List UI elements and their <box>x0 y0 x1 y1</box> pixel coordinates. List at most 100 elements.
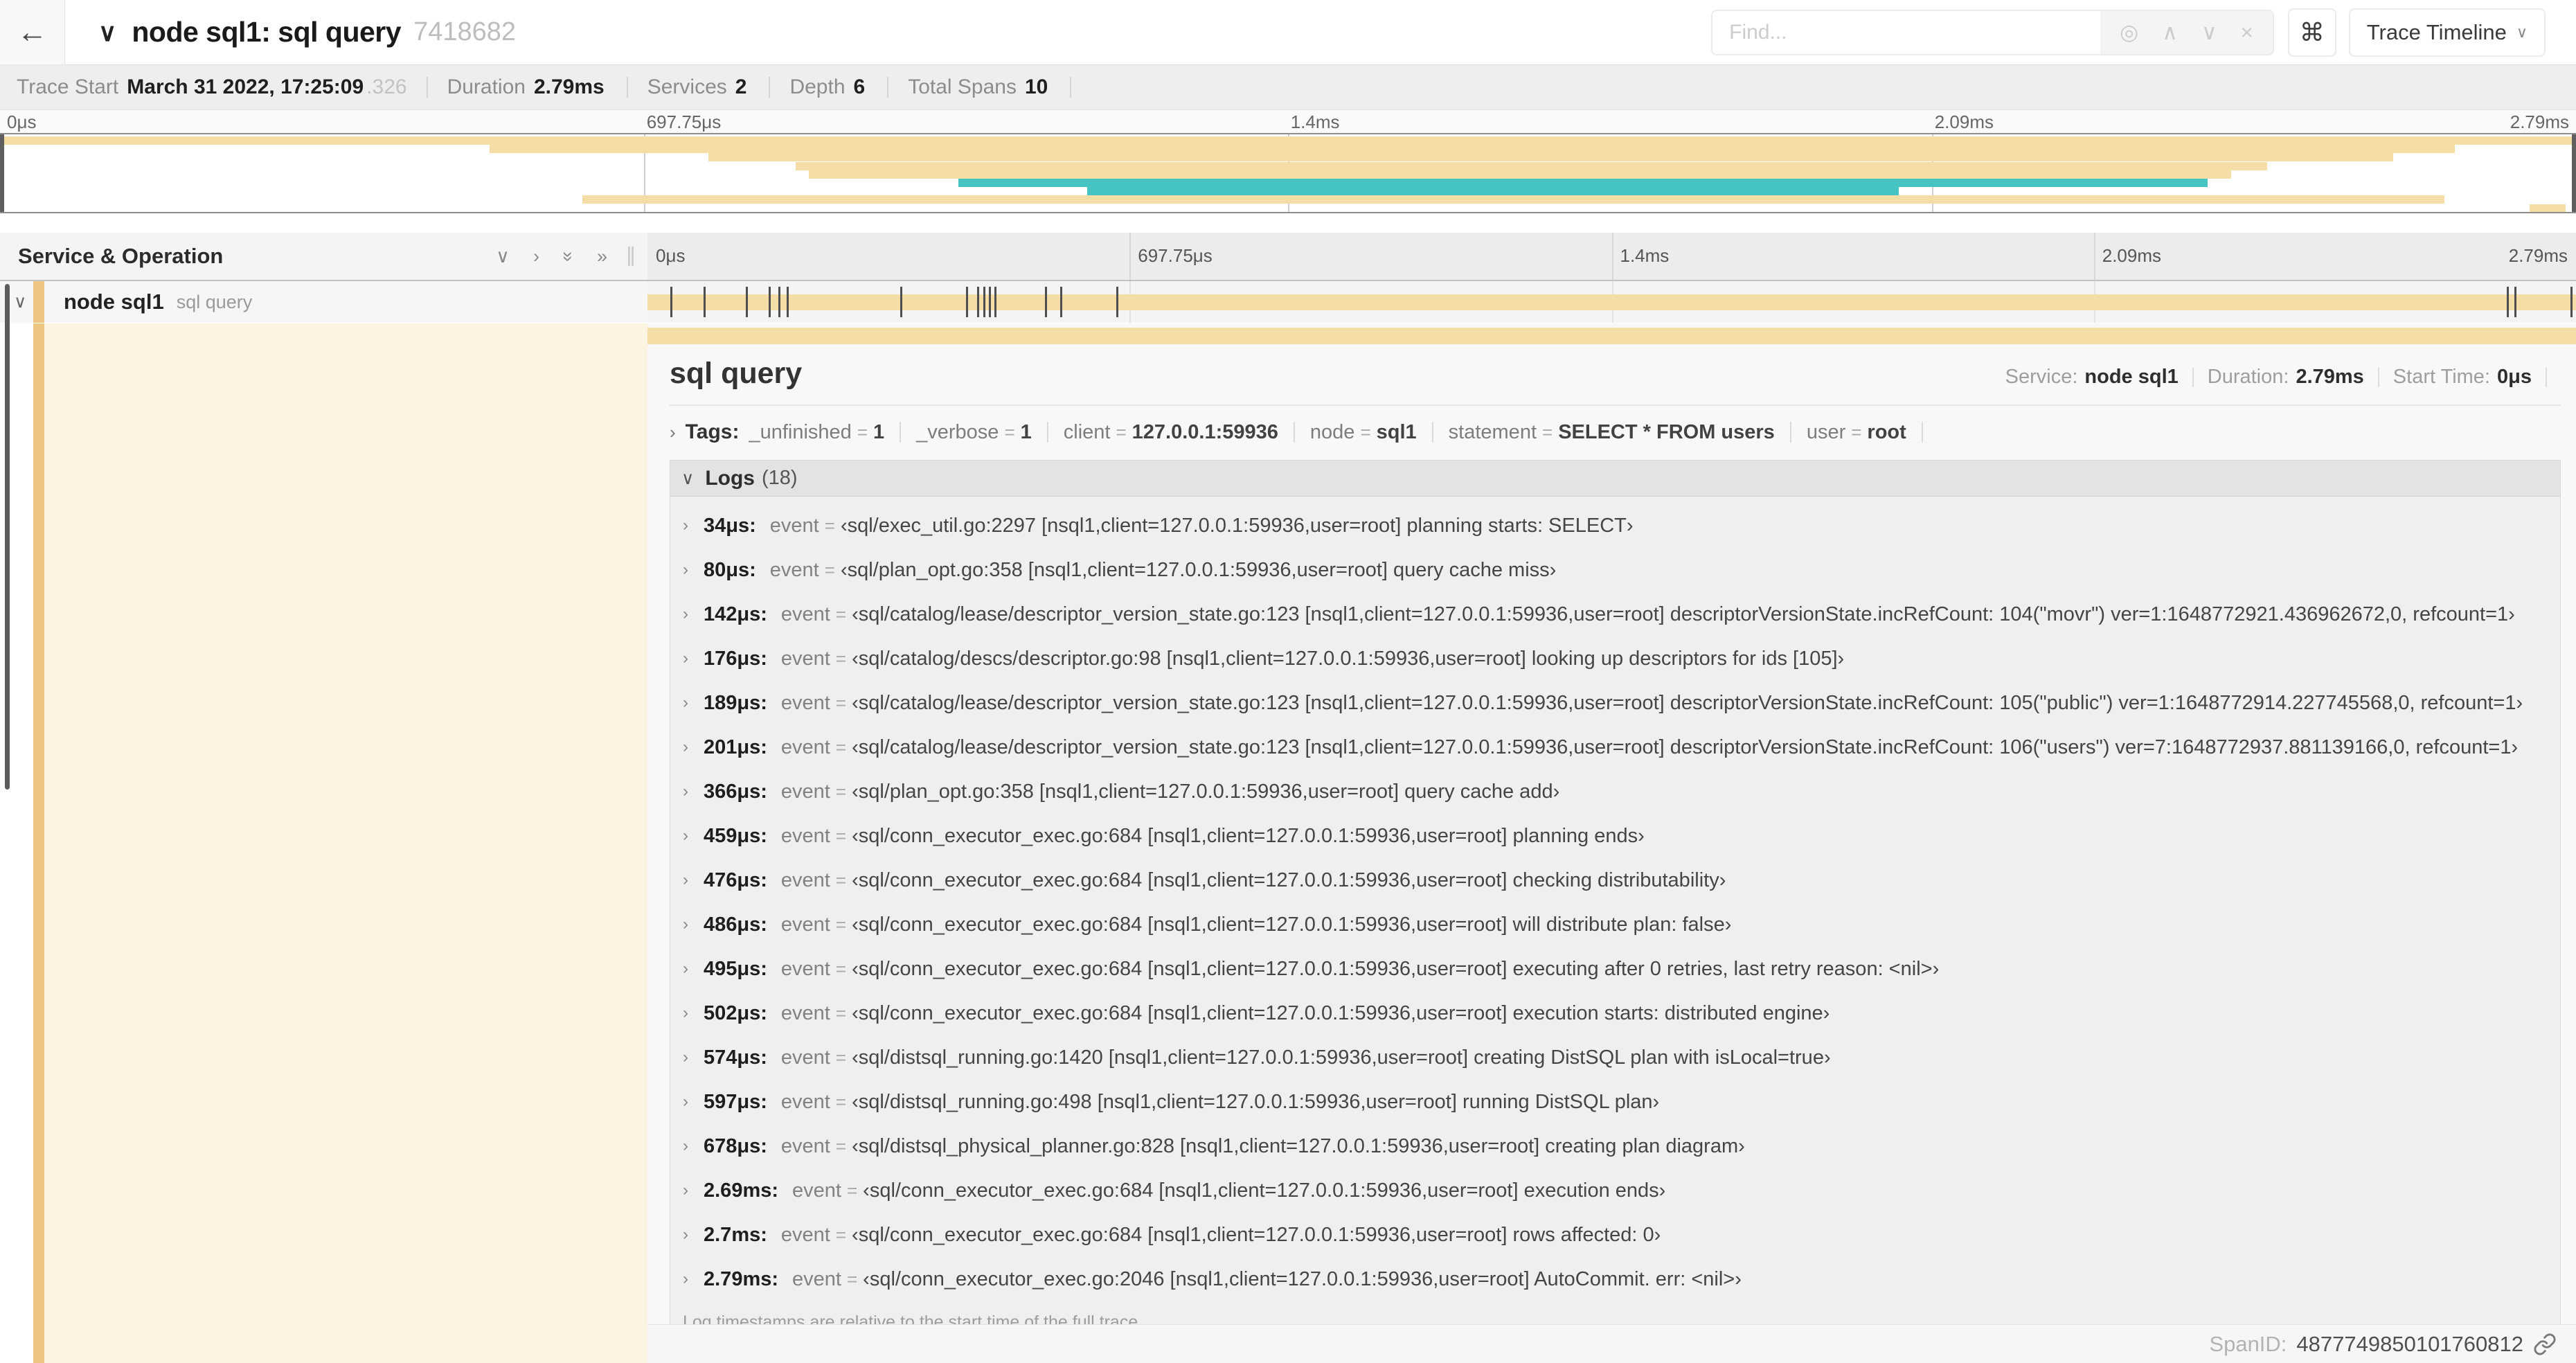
log-field-name: event <box>780 647 830 670</box>
find-icon[interactable]: × <box>2241 20 2253 45</box>
find-icon[interactable]: ◎ <box>2120 20 2138 45</box>
chevron-down-icon[interactable]: ∨ <box>14 292 26 312</box>
chevron-right-icon: › <box>683 1270 688 1288</box>
log-timestamp: 486μs: <box>704 913 767 936</box>
span-color-stripe <box>33 323 44 1363</box>
collapse-one-icon[interactable]: ∨ <box>496 246 510 267</box>
log-timestamp: 678μs: <box>704 1134 767 1157</box>
span-duration-bar[interactable] <box>647 294 2576 310</box>
log-timestamp: 597μs: <box>704 1090 767 1113</box>
chevron-right-icon: › <box>683 782 688 801</box>
equals-sign: = <box>835 736 847 758</box>
log-value: ‹sql/conn_executor_exec.go:2046 [nsql1,c… <box>863 1267 1742 1290</box>
span-detail-title: sql query <box>670 357 803 390</box>
find-icon[interactable]: ∨ <box>2201 20 2217 45</box>
deep-link-icon[interactable] <box>2533 1333 2557 1356</box>
span-operation-name: sql query <box>176 291 253 312</box>
log-entry[interactable]: › 2.79ms: event = ‹sql/conn_executor_exe… <box>670 1257 2560 1301</box>
log-entry[interactable]: › 678μs: event = ‹sql/distsql_physical_p… <box>670 1124 2560 1168</box>
equals-sign: = <box>846 1268 858 1290</box>
log-timestamp: 2.79ms: <box>704 1267 779 1290</box>
chevron-down-icon: ∨ <box>681 468 695 488</box>
expand-one-icon[interactable]: › <box>533 246 539 267</box>
tags-row[interactable]: › Tags: _unfinished = 1 _verbose = 1 cli… <box>670 417 2561 447</box>
minimap-tick-labels: 0μs 697.75μs 1.4ms 2.09ms 2.79ms <box>0 110 2576 133</box>
log-entry[interactable]: › 366μs: event = ‹sql/plan_opt.go:358 [n… <box>670 769 2560 814</box>
log-entry[interactable]: › 502μs: event = ‹sql/conn_executor_exec… <box>670 991 2560 1035</box>
minimap-right-handle[interactable] <box>2572 134 2576 212</box>
collapse-all-icon[interactable]: » <box>557 251 579 261</box>
equals-sign: = <box>835 603 847 625</box>
span-row[interactable]: ∨ node sql1 sql query <box>0 281 2576 323</box>
find-input[interactable] <box>1712 10 2101 54</box>
equals-sign: = <box>1004 421 1015 443</box>
service-operation-header: Service & Operation ∨ › » » <box>0 233 647 280</box>
log-entry[interactable]: › 201μs: event = ‹sql/catalog/lease/desc… <box>670 725 2560 769</box>
log-tick-mark <box>988 287 991 317</box>
log-field-name: event <box>780 913 830 936</box>
span-bar-cell[interactable] <box>647 281 2576 323</box>
log-entry[interactable]: › 459μs: event = ‹sql/conn_executor_exec… <box>670 814 2560 858</box>
axis-tick-label: 697.75μs <box>1138 245 1213 266</box>
minimap-tick: 697.75μs <box>646 112 722 132</box>
divider <box>426 77 428 98</box>
trace-page: ← ∨ node sql1: sql query 7418682 ◎∧∨× ⌘ … <box>0 0 2576 1363</box>
find-icon[interactable]: ∧ <box>2162 20 2178 45</box>
command-icon: ⌘ <box>2299 17 2325 46</box>
span-detail-header: sql query Service: node sql1 Duration: 2… <box>670 357 2561 391</box>
log-tick-mark <box>1116 287 1118 317</box>
log-entry[interactable]: › 142μs: event = ‹sql/catalog/lease/desc… <box>670 592 2560 636</box>
span-name-cell[interactable]: ∨ node sql1 sql query <box>0 281 647 323</box>
keyboard-shortcuts-button[interactable]: ⌘ <box>2287 8 2336 57</box>
equals-sign: = <box>835 869 847 891</box>
log-tick-mark <box>983 287 985 317</box>
log-entry[interactable]: › 176μs: event = ‹sql/catalog/descs/desc… <box>670 636 2560 681</box>
top-bar: ← ∨ node sql1: sql query 7418682 ◎∧∨× ⌘ … <box>0 0 2576 65</box>
tag-key: user <box>1806 420 1846 443</box>
log-entry[interactable]: › 476μs: event = ‹sql/conn_executor_exec… <box>670 858 2560 902</box>
log-value: ‹sql/conn_executor_exec.go:684 [nsql1,cl… <box>852 957 1940 980</box>
log-tick-mark <box>1044 287 1047 317</box>
meta-label: Total Spans <box>908 75 1017 98</box>
detail-meta-value: node sql1 <box>2084 366 2179 388</box>
log-entry[interactable]: › 2.7ms: event = ‹sql/conn_executor_exec… <box>670 1213 2560 1257</box>
log-entry[interactable]: › 574μs: event = ‹sql/distsql_running.go… <box>670 1035 2560 1080</box>
log-entry[interactable]: › 189μs: event = ‹sql/catalog/lease/desc… <box>670 681 2560 725</box>
view-selector-button[interactable]: Trace Timeline ∨ <box>2348 8 2546 57</box>
collapse-trace-chevron-icon[interactable]: ∨ <box>98 18 116 47</box>
log-field-name: event <box>792 1267 841 1290</box>
log-field-name: event <box>780 1001 830 1024</box>
minimap-left-handle[interactable] <box>0 134 4 212</box>
log-value: ‹sql/distsql_running.go:498 [nsql1,clien… <box>852 1090 1660 1113</box>
tag-value: 1 <box>1020 420 1032 443</box>
minimap-tick: 2.09ms <box>1934 112 1994 132</box>
detail-meta-label: Service: <box>2005 366 2078 388</box>
logs-block: ∨ Logs (18) › 34μs: event = ‹sql/exec_ut… <box>670 460 2561 1346</box>
log-entry[interactable]: › 495μs: event = ‹sql/conn_executor_exec… <box>670 947 2560 991</box>
log-timestamp: 574μs: <box>704 1046 767 1069</box>
log-entry[interactable]: › 2.69ms: event = ‹sql/conn_executor_exe… <box>670 1168 2560 1213</box>
back-arrow-icon: ← <box>17 15 48 49</box>
log-entry[interactable]: › 486μs: event = ‹sql/conn_executor_exec… <box>670 902 2560 947</box>
equals-sign: = <box>1851 421 1862 443</box>
log-tick-mark <box>977 287 980 317</box>
log-entry[interactable]: › 597μs: event = ‹sql/distsql_running.go… <box>670 1080 2560 1124</box>
minimap-span-bar <box>796 161 2267 170</box>
expand-all-icon[interactable]: » <box>597 246 607 267</box>
vertical-scrollbar-thumb[interactable] <box>5 284 10 790</box>
axis-divider <box>2093 233 2095 280</box>
chevron-right-icon: › <box>683 560 688 579</box>
log-value: ‹sql/catalog/descs/descriptor.go:98 [nsq… <box>852 647 1845 670</box>
divider <box>2377 367 2379 387</box>
column-resize-grip[interactable] <box>628 247 634 266</box>
log-timestamp: 2.7ms: <box>704 1223 767 1246</box>
timeline-minimap[interactable] <box>0 133 2576 213</box>
log-entry[interactable]: › 80μs: event = ‹sql/plan_opt.go:358 [ns… <box>670 548 2560 592</box>
log-value: ‹sql/conn_executor_exec.go:684 [nsql1,cl… <box>852 1223 1661 1246</box>
tag-item: node = sql1 <box>1310 421 1417 444</box>
tag-item: _verbose = 1 <box>916 421 1032 444</box>
logs-header[interactable]: ∨ Logs (18) <box>670 461 2560 497</box>
log-field-name: event <box>780 1090 830 1113</box>
back-button[interactable]: ← <box>0 0 65 64</box>
log-entry[interactable]: › 34μs: event = ‹sql/exec_util.go:2297 [… <box>670 504 2560 548</box>
